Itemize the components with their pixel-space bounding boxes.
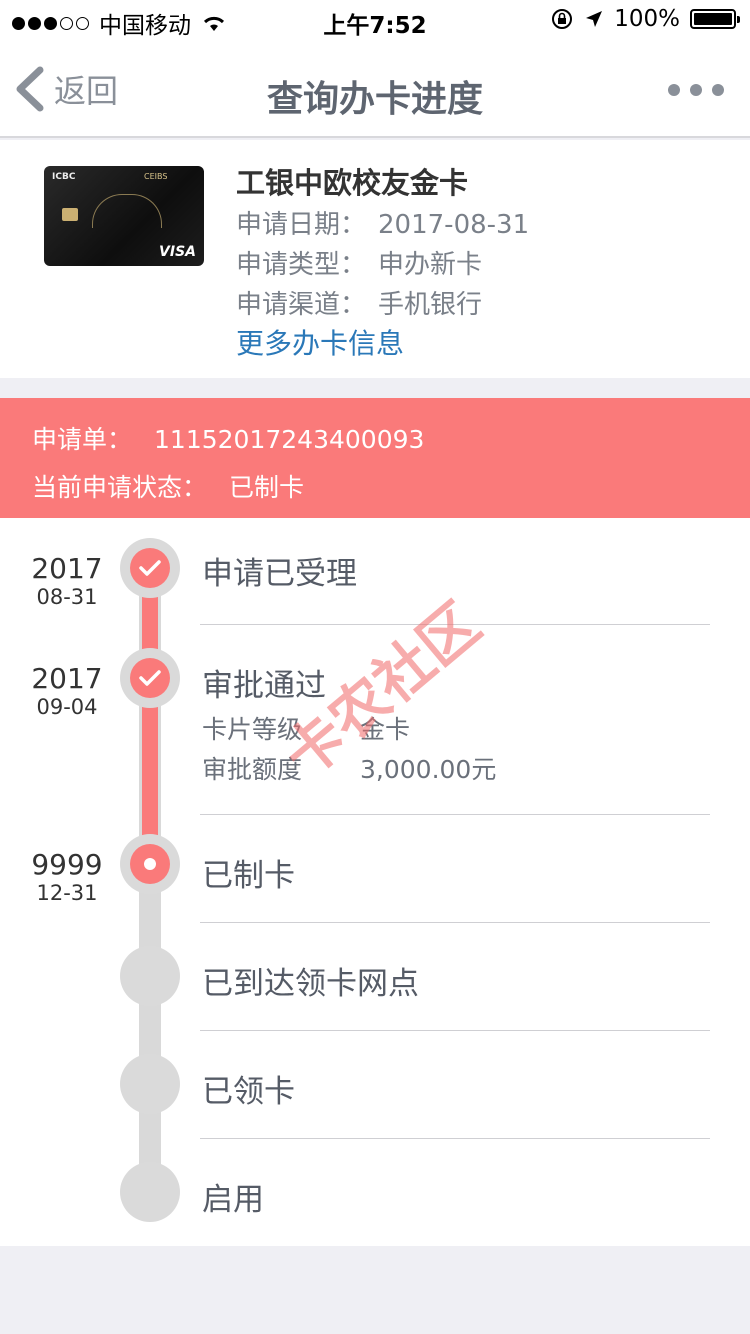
apply-date-row: 申请日期： 2017-08-31 (236, 204, 529, 241)
step-title: 已领卡 (202, 1074, 295, 1110)
application-number-label: 申请单： (32, 425, 133, 454)
step-year: 2017 (31, 552, 103, 585)
application-status-banner: 申请单： 11152017243400093 当前申请状态： 已制卡 (0, 398, 750, 518)
page-title: 查询办卡进度 (266, 79, 483, 120)
card-name: 工银中欧校友金卡 (236, 166, 469, 200)
apply-type-value: 申办新卡 (378, 250, 483, 280)
card-bank-logo: ICBC (52, 172, 76, 182)
card-level-label: 卡片等级 (202, 715, 303, 744)
apply-type-label: 申请类型： (236, 250, 367, 280)
step-date: 9999 12-31 (0, 848, 134, 905)
more-menu-icon[interactable] (668, 84, 724, 96)
divider (200, 922, 710, 923)
check-icon (139, 670, 161, 686)
credit-card-image: ICBC CEIBS VISA (44, 166, 204, 266)
apply-date-label: 申请日期： (236, 210, 367, 240)
card-chip-icon (62, 208, 78, 221)
step-node-current (120, 834, 180, 894)
step-title: 审批通过 (202, 668, 326, 704)
status-right: 100% (550, 6, 740, 32)
current-dot-icon (144, 858, 156, 870)
progress-timeline: 2017 08-31 申请已受理 2017 09-04 审批通过 卡片等级 金卡… (0, 518, 750, 1246)
card-level-row: 卡片等级 金卡 (202, 710, 410, 746)
step-title: 启用 (202, 1182, 264, 1218)
card-info-panel: ICBC CEIBS VISA 工银中欧校友金卡 申请日期： 2017-08-31… (0, 140, 750, 378)
apply-date-value: 2017-08-31 (378, 210, 530, 240)
check-icon (139, 560, 161, 576)
step-title: 已制卡 (202, 858, 295, 894)
step-month-day: 08-31 (36, 585, 98, 609)
step-date: 2017 09-04 (0, 662, 134, 719)
divider (200, 1138, 710, 1139)
credit-limit-label: 审批额度 (202, 755, 303, 784)
apply-channel-value: 手机银行 (378, 290, 483, 320)
apply-channel-label: 申请渠道： (236, 290, 367, 320)
apply-channel-row: 申请渠道： 手机银行 (236, 284, 482, 321)
apply-type-row: 申请类型： 申办新卡 (236, 244, 482, 281)
step-node-pending (120, 946, 180, 1006)
step-title: 申请已受理 (202, 556, 357, 592)
application-number-row: 申请单： 11152017243400093 (32, 420, 424, 456)
card-building-graphic (92, 194, 162, 228)
location-icon (586, 11, 603, 27)
application-number: 11152017243400093 (154, 425, 425, 454)
card-level-value: 金卡 (360, 715, 411, 744)
application-status-row: 当前申请状态： 已制卡 (32, 468, 304, 504)
step-date: 2017 08-31 (0, 552, 134, 609)
timeline-progress (142, 568, 158, 868)
step-month-day: 09-04 (36, 695, 98, 719)
divider (200, 624, 710, 625)
credit-limit-value: 3,000.00元 (360, 755, 497, 784)
visa-logo: VISA (159, 244, 196, 260)
battery-icon (690, 9, 740, 29)
step-year: 9999 (31, 848, 103, 881)
orientation-lock-icon (552, 9, 573, 29)
battery-percent: 100% (614, 6, 680, 32)
application-status: 已制卡 (229, 473, 305, 502)
step-node-done (120, 538, 180, 598)
step-month-day: 12-31 (36, 881, 98, 905)
divider (200, 1030, 710, 1031)
step-node-pending (120, 1054, 180, 1114)
step-node-pending (120, 1162, 180, 1222)
status-bar: 中国移动 上午7:52 100% (0, 0, 750, 40)
step-node-done (120, 648, 180, 708)
credit-limit-row: 审批额度 3,000.00元 (202, 750, 496, 786)
more-card-info-link[interactable]: 更多办卡信息 (236, 322, 404, 362)
step-title: 已到达领卡网点 (202, 966, 419, 1002)
application-status-label: 当前申请状态： (32, 473, 208, 502)
nav-bar: 返回 查询办卡进度 (0, 40, 750, 138)
step-year: 2017 (31, 662, 103, 695)
divider (200, 814, 710, 815)
card-partner-logo: CEIBS (144, 172, 168, 181)
